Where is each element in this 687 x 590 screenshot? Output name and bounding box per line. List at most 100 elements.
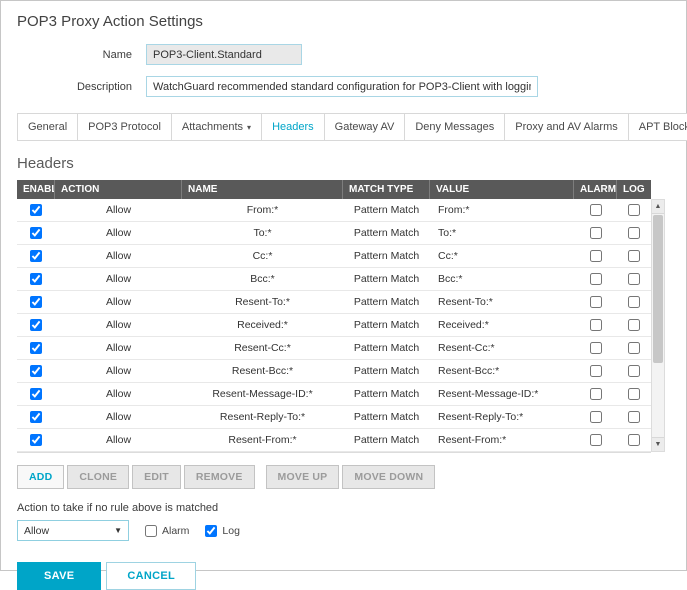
row-value-cell: Bcc:* — [430, 273, 574, 285]
row-enabled-cell — [17, 319, 55, 331]
row-log-checkbox[interactable] — [628, 319, 640, 331]
row-log-checkbox[interactable] — [628, 342, 640, 354]
row-name-cell: Resent-To:* — [182, 296, 343, 308]
scroll-up-button[interactable]: ▲ — [652, 200, 664, 214]
row-match-type-cell: Pattern Match — [343, 273, 430, 285]
table-row[interactable]: Allow Resent-From:* Pattern Match Resent… — [17, 429, 651, 452]
table-row[interactable]: Allow Resent-Cc:* Pattern Match Resent-C… — [17, 337, 651, 360]
row-value-cell: Received:* — [430, 319, 574, 331]
row-log-checkbox[interactable] — [628, 365, 640, 377]
tab-general[interactable]: General — [17, 113, 78, 141]
row-enabled-checkbox[interactable] — [30, 204, 42, 216]
row-log-checkbox[interactable] — [628, 388, 640, 400]
edit-button[interactable]: EDIT — [132, 465, 181, 489]
row-log-checkbox[interactable] — [628, 296, 640, 308]
tab-headers[interactable]: Headers — [261, 113, 325, 141]
column-header-value: VALUE — [430, 180, 574, 199]
alarm-checkbox-label[interactable]: Alarm — [145, 525, 189, 537]
alarm-label-text: Alarm — [162, 525, 189, 537]
row-alarm-checkbox[interactable] — [590, 227, 602, 239]
row-log-cell — [617, 227, 651, 239]
row-log-checkbox[interactable] — [628, 204, 640, 216]
row-log-checkbox[interactable] — [628, 411, 640, 423]
description-input[interactable] — [146, 76, 538, 97]
row-log-cell — [617, 342, 651, 354]
move-up-button[interactable]: MOVE UP — [266, 465, 340, 489]
row-alarm-cell — [574, 342, 617, 354]
row-enabled-checkbox[interactable] — [30, 227, 42, 239]
table-rows: Allow From:* Pattern Match From:* Allow … — [17, 199, 651, 453]
row-alarm-checkbox[interactable] — [590, 411, 602, 423]
table-row[interactable]: Allow Cc:* Pattern Match Cc:* — [17, 245, 651, 268]
row-enabled-checkbox[interactable] — [30, 296, 42, 308]
table-row[interactable]: Allow Received:* Pattern Match Received:… — [17, 314, 651, 337]
column-header-enabled: ENABLED — [17, 180, 55, 199]
add-button[interactable]: ADD — [17, 465, 64, 489]
tab-deny-messages[interactable]: Deny Messages — [404, 113, 505, 141]
row-log-checkbox[interactable] — [628, 273, 640, 285]
table-row[interactable]: Allow Resent-Bcc:* Pattern Match Resent-… — [17, 360, 651, 383]
tab-gateway-av[interactable]: Gateway AV — [324, 113, 406, 141]
row-value-cell: Cc:* — [430, 250, 574, 262]
row-log-checkbox[interactable] — [628, 250, 640, 262]
table-row[interactable]: Allow To:* Pattern Match To:* — [17, 222, 651, 245]
row-enabled-checkbox[interactable] — [30, 434, 42, 446]
row-enabled-checkbox[interactable] — [30, 273, 42, 285]
clone-button[interactable]: CLONE — [67, 465, 129, 489]
row-alarm-checkbox[interactable] — [590, 434, 602, 446]
row-alarm-checkbox[interactable] — [590, 204, 602, 216]
row-alarm-checkbox[interactable] — [590, 273, 602, 285]
tab-attachments[interactable]: Attachments▾ — [171, 113, 262, 141]
row-enabled-cell — [17, 434, 55, 446]
row-enabled-checkbox[interactable] — [30, 319, 42, 331]
log-checkbox[interactable] — [205, 525, 217, 537]
row-enabled-checkbox[interactable] — [30, 388, 42, 400]
row-alarm-checkbox[interactable] — [590, 250, 602, 262]
row-enabled-cell — [17, 250, 55, 262]
table-row[interactable]: Allow From:* Pattern Match From:* — [17, 199, 651, 222]
table-row[interactable]: Allow Resent-To:* Pattern Match Resent-T… — [17, 291, 651, 314]
row-enabled-checkbox[interactable] — [30, 365, 42, 377]
scrollbar-thumb[interactable] — [653, 215, 663, 363]
remove-button[interactable]: REMOVE — [184, 465, 255, 489]
tab-bar: General POP3 Protocol Attachments▾ Heade… — [17, 113, 670, 141]
row-log-checkbox[interactable] — [628, 434, 640, 446]
table-row[interactable]: Allow Resent-Message-ID:* Pattern Match … — [17, 383, 651, 406]
cancel-button[interactable]: CANCEL — [106, 562, 196, 590]
tab-pop3-protocol[interactable]: POP3 Protocol — [77, 113, 172, 141]
row-action-cell: Allow — [55, 273, 182, 285]
row-log-checkbox[interactable] — [628, 227, 640, 239]
vertical-scrollbar[interactable]: ▲ ▼ — [651, 199, 665, 452]
row-enabled-checkbox[interactable] — [30, 250, 42, 262]
row-enabled-checkbox[interactable] — [30, 342, 42, 354]
row-alarm-cell — [574, 319, 617, 331]
table-row[interactable]: Allow Resent-Reply-To:* Pattern Match Re… — [17, 406, 651, 429]
log-checkbox-label[interactable]: Log — [205, 525, 240, 537]
scroll-down-button[interactable]: ▼ — [652, 437, 664, 451]
table-row[interactable]: Allow Bcc:* Pattern Match Bcc:* — [17, 268, 651, 291]
row-action-cell: Allow — [55, 342, 182, 354]
row-enabled-cell — [17, 227, 55, 239]
tab-proxy-and-av-alarms[interactable]: Proxy and AV Alarms — [504, 113, 629, 141]
column-header-match-type: MATCH TYPE — [343, 180, 430, 199]
row-log-cell — [617, 365, 651, 377]
row-alarm-checkbox[interactable] — [590, 296, 602, 308]
tab-apt-blocker[interactable]: APT Blocker — [628, 113, 687, 141]
row-enabled-cell — [17, 296, 55, 308]
alarm-checkbox[interactable] — [145, 525, 157, 537]
row-alarm-checkbox[interactable] — [590, 342, 602, 354]
row-enabled-checkbox[interactable] — [30, 411, 42, 423]
row-name-cell: Received:* — [182, 319, 343, 331]
row-alarm-cell — [574, 434, 617, 446]
row-alarm-checkbox[interactable] — [590, 388, 602, 400]
row-alarm-cell — [574, 204, 617, 216]
row-alarm-checkbox[interactable] — [590, 365, 602, 377]
row-match-type-cell: Pattern Match — [343, 296, 430, 308]
tab-label: General — [28, 121, 67, 133]
row-alarm-checkbox[interactable] — [590, 319, 602, 331]
name-input[interactable] — [146, 44, 302, 65]
no-match-action-select[interactable]: Allow ▼ — [17, 520, 129, 541]
row-enabled-cell — [17, 411, 55, 423]
save-button[interactable]: SAVE — [17, 562, 101, 590]
move-down-button[interactable]: MOVE DOWN — [342, 465, 435, 489]
